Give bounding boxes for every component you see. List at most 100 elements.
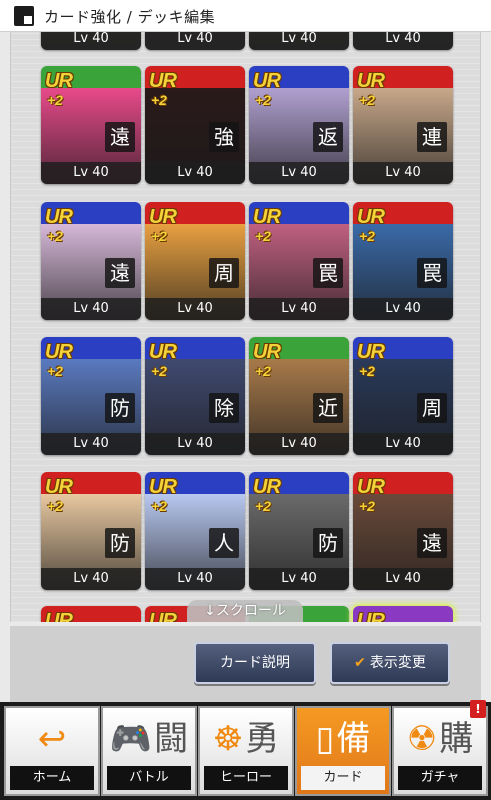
plus-level: +2 bbox=[255, 363, 271, 379]
rarity-badge: UR bbox=[149, 206, 177, 228]
hero-icon: ☸勇 bbox=[212, 719, 280, 759]
card-tile[interactable]: UR +2 周 Lv 40 bbox=[145, 202, 245, 320]
plus-level: +2 bbox=[359, 228, 375, 244]
card-skill-kanji: 除 bbox=[209, 393, 239, 423]
nav-battle[interactable]: 🎮闘 バトル bbox=[101, 706, 197, 796]
plus-level: +2 bbox=[255, 498, 271, 514]
plus-level: +2 bbox=[151, 498, 167, 514]
card-level: Lv 40 bbox=[145, 568, 245, 590]
nav-hero[interactable]: ☸勇 ヒーロー bbox=[198, 706, 294, 796]
plus-level: +2 bbox=[47, 363, 63, 379]
card-info-button[interactable]: カード説明 bbox=[194, 642, 316, 684]
card-level: Lv 40 bbox=[353, 568, 453, 590]
action-bar: カード説明 ✔ 表示変更 bbox=[10, 626, 481, 702]
card-partial-top[interactable]: Lv 40 bbox=[249, 32, 349, 50]
nav-card-label: カード bbox=[301, 766, 385, 790]
card-tile[interactable]: UR +2 人 Lv 40 bbox=[145, 472, 245, 590]
nav-hero-label: ヒーロー bbox=[204, 766, 288, 790]
plus-level: +2 bbox=[359, 363, 375, 379]
rarity-badge: UR bbox=[253, 476, 281, 498]
card-skill-kanji: 防 bbox=[105, 393, 135, 423]
bottom-nav: ↩ ホーム 🎮闘 バトル ☸勇 ヒーロー ▯備 カード ☢購 ガチャ bbox=[0, 702, 491, 800]
card-level: Lv 40 bbox=[249, 568, 349, 590]
nav-gacha[interactable]: ☢購 ガチャ bbox=[392, 706, 488, 796]
display-change-label: 表示変更 bbox=[369, 655, 426, 671]
rarity-badge: UR bbox=[357, 341, 385, 363]
card-level: Lv 40 bbox=[41, 298, 141, 320]
card-skill-kanji: 罠 bbox=[313, 258, 343, 288]
card-tile[interactable]: UR +2 除 Lv 40 bbox=[145, 337, 245, 455]
card-tile[interactable]: UR +2 遠 Lv 40 bbox=[41, 66, 141, 184]
card-partial-bottom[interactable]: UR bbox=[353, 606, 453, 622]
display-change-button[interactable]: ✔ 表示変更 bbox=[330, 642, 450, 684]
card-tile[interactable]: UR +2 罠 Lv 40 bbox=[249, 202, 349, 320]
card-level: Lv 40 bbox=[353, 433, 453, 455]
rarity-badge: UR bbox=[357, 206, 385, 228]
card-tile[interactable]: UR +2 近 Lv 40 bbox=[249, 337, 349, 455]
rarity-badge: UR bbox=[357, 476, 385, 498]
card-partial-bottom[interactable]: UR bbox=[41, 606, 141, 622]
card-tile[interactable]: UR +2 周 Lv 40 bbox=[353, 337, 453, 455]
scroll-hint: ↓スクロール bbox=[187, 600, 303, 622]
card-level: Lv 40 bbox=[353, 162, 453, 184]
card-level: Lv 40 bbox=[353, 298, 453, 320]
card-tile[interactable]: UR +2 強 Lv 40 bbox=[145, 66, 245, 184]
card-skill-kanji: 周 bbox=[417, 393, 447, 423]
card-level: Lv 40 bbox=[249, 433, 349, 455]
card-skill-kanji: 遠 bbox=[417, 528, 447, 558]
nav-battle-label: バトル bbox=[107, 766, 191, 790]
card-tile[interactable]: UR +2 返 Lv 40 bbox=[249, 66, 349, 184]
rarity-badge: UR bbox=[253, 70, 281, 92]
rarity-badge: UR bbox=[149, 476, 177, 498]
page-title: カード強化 / デッキ編集 bbox=[44, 8, 216, 26]
plus-level: +2 bbox=[151, 363, 167, 379]
rarity-badge: UR bbox=[149, 341, 177, 363]
card-level: Lv 40 bbox=[41, 162, 141, 184]
plus-level: +2 bbox=[151, 228, 167, 244]
rarity-badge: UR bbox=[45, 70, 73, 92]
rarity-badge: UR bbox=[357, 70, 385, 92]
card-skill-kanji: 防 bbox=[105, 528, 135, 558]
rarity-badge: UR bbox=[253, 341, 281, 363]
card-level: Lv 40 bbox=[41, 433, 141, 455]
card-tile[interactable]: UR +2 連 Lv 40 bbox=[353, 66, 453, 184]
card-deck-icon: ▯備 bbox=[315, 719, 371, 759]
nav-card[interactable]: ▯備 カード bbox=[295, 706, 391, 796]
card-tile[interactable]: UR +2 防 Lv 40 bbox=[249, 472, 349, 590]
card-level: Lv 40 bbox=[145, 433, 245, 455]
game-screen: カード強化 / デッキ編集 Lv 40 Lv 40 Lv 40 Lv 40 UR… bbox=[0, 0, 491, 800]
card-tile[interactable]: UR +2 遠 Lv 40 bbox=[353, 472, 453, 590]
card-skill-kanji: 近 bbox=[313, 393, 343, 423]
card-tile[interactable]: UR +2 遠 Lv 40 bbox=[41, 202, 141, 320]
home-return-icon: ↩ bbox=[37, 719, 67, 759]
plus-level: +2 bbox=[255, 228, 271, 244]
card-skill-kanji: 遠 bbox=[105, 122, 135, 152]
plus-level: +2 bbox=[47, 498, 63, 514]
card-partial-top[interactable]: Lv 40 bbox=[353, 32, 453, 50]
nav-home[interactable]: ↩ ホーム bbox=[4, 706, 100, 796]
card-skill-kanji: 連 bbox=[417, 122, 447, 152]
gamepad-icon: 🎮闘 bbox=[109, 719, 189, 759]
card-skill-kanji: 人 bbox=[209, 528, 239, 558]
card-level: Lv 40 bbox=[41, 568, 141, 590]
card-partial-top[interactable]: Lv 40 bbox=[41, 32, 141, 50]
card-skill-kanji: 強 bbox=[209, 122, 239, 152]
gacha-icon: ☢購 bbox=[406, 719, 474, 759]
card-tile[interactable]: UR +2 防 Lv 40 bbox=[41, 337, 141, 455]
plus-level: +2 bbox=[359, 92, 375, 108]
rarity-badge: UR bbox=[45, 476, 73, 498]
plus-level: +2 bbox=[47, 92, 63, 108]
card-level: Lv 40 bbox=[249, 162, 349, 184]
card-skill-kanji: 返 bbox=[313, 122, 343, 152]
rarity-badge: UR bbox=[45, 341, 73, 363]
card-tile[interactable]: UR +2 防 Lv 40 bbox=[41, 472, 141, 590]
rarity-badge: UR bbox=[45, 206, 73, 228]
rarity-badge: UR bbox=[253, 206, 281, 228]
card-skill-kanji: 罠 bbox=[417, 258, 447, 288]
plus-level: +2 bbox=[255, 92, 271, 108]
plus-level: +2 bbox=[47, 228, 63, 244]
card-skill-kanji: 遠 bbox=[105, 258, 135, 288]
card-tile[interactable]: UR +2 罠 Lv 40 bbox=[353, 202, 453, 320]
card-partial-top[interactable]: Lv 40 bbox=[145, 32, 245, 50]
card-grid[interactable]: Lv 40 Lv 40 Lv 40 Lv 40 UR +2 遠 Lv 40 UR +2 強… bbox=[10, 32, 481, 622]
